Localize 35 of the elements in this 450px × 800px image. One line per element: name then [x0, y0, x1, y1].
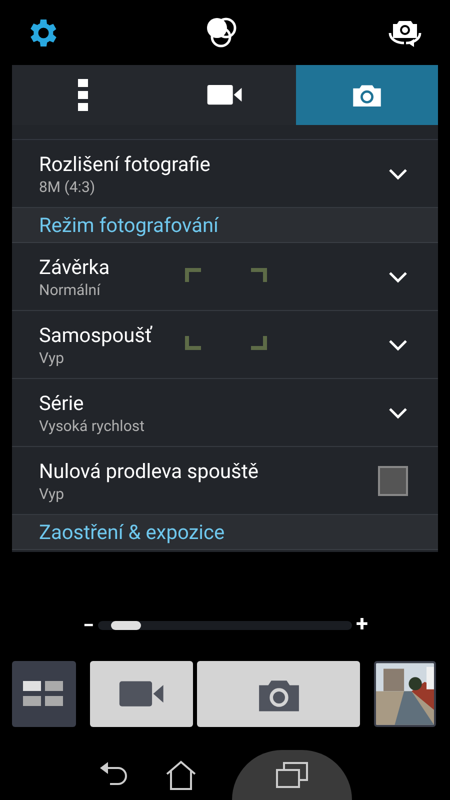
video-camera-icon — [207, 84, 243, 106]
chevron-down-icon — [388, 406, 408, 418]
setting-title: Série — [39, 390, 85, 416]
slider-thumb[interactable] — [110, 620, 141, 630]
setting-value: Vyp — [39, 348, 65, 368]
section-header: Režim fotografování — [12, 208, 438, 243]
checkbox[interactable] — [378, 466, 408, 496]
chevron-down-icon — [388, 168, 408, 180]
setting-value: Normální — [39, 280, 102, 300]
setting-row[interactable]: Samospoušť Vyp — [12, 311, 438, 379]
chevron-down-icon — [388, 270, 408, 282]
setting-title: Rozlišení fotografie — [39, 150, 212, 176]
setting-row[interactable]: Závěrka Normální — [12, 243, 438, 311]
setting-title: Samospoušť — [39, 322, 154, 348]
more-vertical-icon — [78, 79, 88, 111]
zoom-in-sign[interactable]: + — [356, 614, 368, 636]
shutter-button[interactable] — [197, 661, 360, 727]
video-camera-icon — [118, 680, 164, 708]
setting-value: Vysoká rychlost — [39, 416, 146, 436]
camera-icon — [351, 82, 383, 108]
mode-grid-button[interactable] — [12, 661, 76, 727]
setting-title: Nulová prodleva spouště — [39, 458, 260, 484]
recent-apps-icon — [276, 762, 308, 788]
setting-value: Vyp — [39, 484, 65, 504]
setting-title: Závěrka — [39, 254, 111, 280]
grid-icon — [23, 681, 65, 707]
setting-row[interactable]: Série Vysoká rychlost — [12, 379, 438, 447]
zoom-out-sign[interactable]: − — [83, 615, 94, 635]
focus-frame-icon — [185, 268, 267, 350]
setting-value: 8M (4:3) — [39, 176, 96, 196]
home-icon[interactable] — [164, 760, 197, 790]
chevron-down-icon — [388, 338, 408, 350]
section-header: Zaostření & expozice — [12, 515, 438, 550]
zoom-slider[interactable] — [98, 620, 352, 630]
record-button[interactable] — [90, 661, 193, 727]
